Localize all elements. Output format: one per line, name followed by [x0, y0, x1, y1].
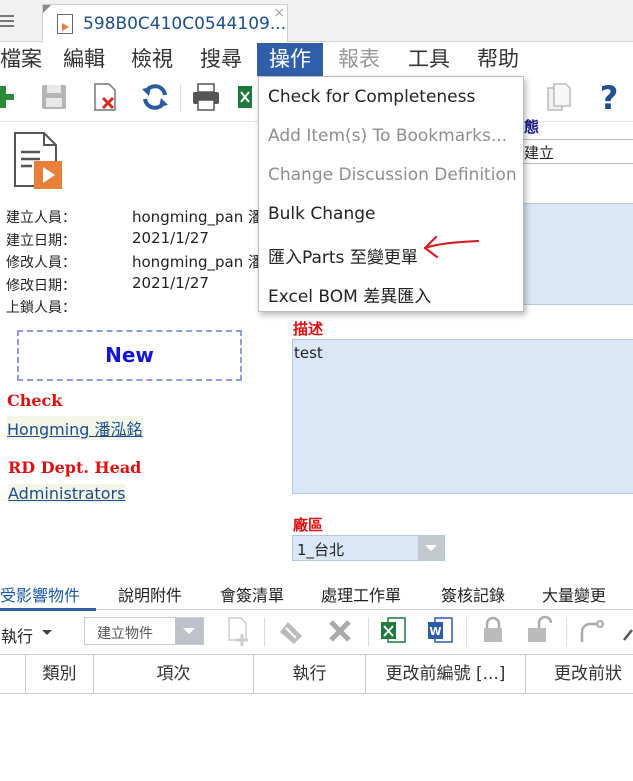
copy-icon[interactable] — [542, 80, 576, 114]
execute-dropdown-icon[interactable] — [40, 624, 54, 640]
close-tab-icon[interactable]: × — [273, 5, 285, 21]
menu-view[interactable]: 檢視 — [131, 43, 173, 76]
svg-text:W: W — [429, 625, 441, 638]
plant-label: 廠區 — [293, 516, 324, 534]
description-field[interactable]: test — [292, 339, 633, 494]
print-icon[interactable] — [189, 80, 223, 114]
sub-tab-bar — [0, 572, 633, 610]
document-tab[interactable]: 598B0C410C0544109... × — [42, 4, 288, 42]
refresh-icon[interactable] — [138, 80, 172, 114]
remove-icon[interactable] — [325, 616, 355, 646]
tab-signoff-list[interactable]: 會簽清單 — [220, 582, 284, 606]
add-icon[interactable] — [0, 80, 20, 114]
modifier-value: hongming_pan 潘 — [132, 253, 264, 271]
document-tab-title: 598B0C410C0544109... — [83, 14, 287, 34]
menu-item-check-completeness[interactable]: Check for Completeness — [268, 87, 475, 107]
menu-reports[interactable]: 報表 — [338, 43, 380, 76]
tab-bulk-change[interactable]: 大量變更 — [542, 582, 606, 606]
more-tools-icon[interactable] — [620, 620, 633, 644]
menu-search[interactable]: 搜尋 — [200, 43, 242, 76]
modifier-label: 修改人員： — [6, 255, 76, 271]
route-icon[interactable] — [576, 614, 606, 646]
tab-affected-items[interactable]: 受影響物件 — [0, 582, 80, 606]
menu-tools[interactable]: 工具 — [408, 43, 450, 76]
chevron-down-icon — [425, 545, 437, 551]
locker-label: 上鎖人員： — [6, 300, 76, 316]
menu-file[interactable]: 檔案 — [0, 43, 42, 76]
svg-text:?: ? — [600, 80, 619, 114]
create-object-select-value: 建立物件 — [97, 626, 153, 642]
description-value: test — [294, 344, 323, 362]
change-document-icon — [57, 14, 73, 34]
help-icon[interactable]: ? — [592, 80, 626, 114]
modified-date-value: 2021/1/27 — [132, 274, 209, 292]
menu-actions[interactable]: 操作 — [257, 43, 323, 76]
grid-header-old-status[interactable]: 更改前狀 — [526, 655, 633, 693]
tab-attachments[interactable]: 說明附件 — [118, 582, 182, 606]
execute-menu[interactable]: 執行 — [1, 623, 33, 647]
toolbar-separator — [466, 618, 467, 646]
status-label: 態 — [524, 118, 540, 136]
active-tab-indicator — [0, 608, 96, 611]
create-object-select[interactable]: 建立物件 — [84, 617, 204, 645]
lock-icon[interactable] — [478, 614, 508, 646]
modified-date-label: 修改日期： — [6, 278, 76, 294]
plant-select[interactable]: 1_台北 — [292, 535, 445, 561]
change-order-large-icon — [14, 132, 62, 189]
red-arrow-annotation-icon — [423, 235, 480, 259]
rd-head-heading: RD Dept. Head — [8, 458, 142, 477]
menu-edit[interactable]: 編輯 — [63, 43, 105, 76]
grid-header-item-no[interactable]: 項次 — [94, 655, 254, 693]
tab-work-orders[interactable]: 處理工作單 — [321, 582, 401, 606]
created-date-value: 2021/1/27 — [132, 229, 209, 247]
chevron-down-icon — [183, 628, 195, 634]
creator-label: 建立人員： — [6, 210, 76, 226]
word-icon[interactable]: W — [425, 614, 455, 646]
plant-select-arrow[interactable] — [418, 536, 444, 560]
grid-header-execute[interactable]: 執行 — [254, 655, 366, 693]
menu-help[interactable]: 帮助 — [477, 43, 519, 76]
actions-dropdown-menu: Check for Completeness Add Item(s) To Bo… — [258, 76, 524, 312]
toolbar-separator — [368, 618, 369, 646]
workflow-status-new: New — [17, 330, 242, 381]
tab-corner-icon — [43, 5, 51, 13]
tab-approval-history[interactable]: 簽核記錄 — [441, 582, 505, 606]
grid-header-old-number[interactable]: 更改前編號 [...] — [366, 655, 526, 693]
toolbar-separator — [180, 84, 181, 112]
rd-head-user-link[interactable]: Administrators — [8, 484, 126, 503]
menu-item-add-to-bookmarks[interactable]: Add Item(s) To Bookmarks... — [268, 126, 507, 146]
check-heading: Check — [7, 391, 63, 410]
menu-item-change-discussion[interactable]: Change Discussion Definition — [268, 165, 517, 185]
grid-header-select[interactable] — [0, 655, 26, 693]
status-field: 斤建立 — [508, 139, 633, 164]
menu-item-bulk-change[interactable]: Bulk Change — [268, 204, 376, 224]
created-date-label: 建立日期： — [6, 233, 76, 249]
delete-icon[interactable] — [88, 80, 122, 114]
description-label: 描述 — [293, 320, 324, 338]
grid-header-type[interactable]: 類別 — [26, 655, 94, 693]
unlock-icon[interactable] — [524, 614, 554, 646]
excel-icon[interactable] — [378, 614, 408, 646]
create-object-select-arrow[interactable] — [175, 618, 203, 644]
toolbar-separator — [264, 618, 265, 646]
toolbar-separator — [566, 618, 567, 646]
add-row-icon[interactable] — [224, 614, 254, 648]
menu-item-import-parts[interactable]: 匯入Parts 至變更單 — [268, 243, 418, 268]
check-user-link[interactable]: Hongming 潘泓銘 — [7, 416, 143, 440]
hamburger-menu-icon[interactable] — [0, 12, 18, 32]
redline-icon[interactable] — [276, 616, 306, 646]
menu-item-excel-bom-import[interactable]: Excel BOM 差異匯入 — [268, 282, 431, 307]
save-icon[interactable] — [37, 80, 71, 114]
creator-value: hongming_pan 潘 — [132, 208, 264, 226]
plant-select-value: 1_台北 — [297, 541, 345, 559]
